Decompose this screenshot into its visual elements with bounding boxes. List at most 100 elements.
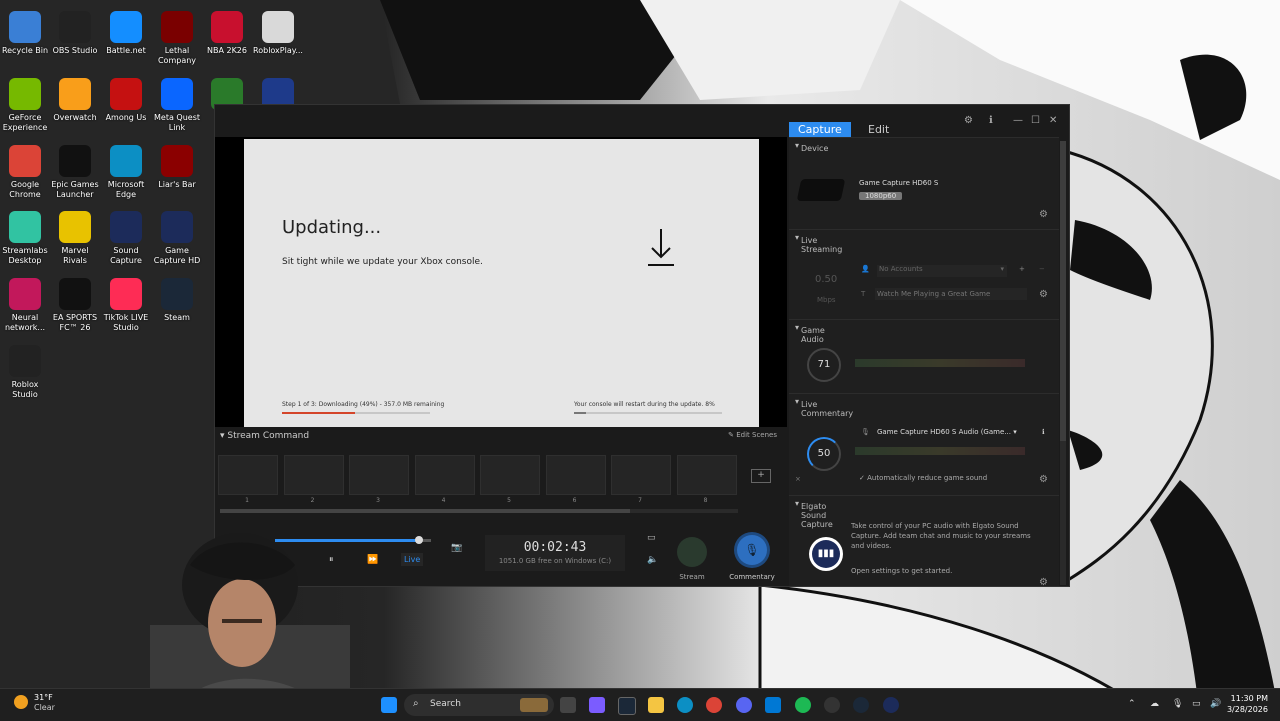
scene-number: 6 — [572, 497, 577, 504]
geforce-icon — [9, 78, 41, 110]
live-streaming-section-header[interactable]: ▾ Live Streaming — [789, 229, 1059, 254]
add-scene-button[interactable]: + — [751, 469, 771, 483]
roblox-studio-icon — [9, 345, 41, 377]
info-icon[interactable]: ℹ — [989, 115, 993, 126]
desktop-shortcut[interactable]: RobloxPlay... — [253, 5, 303, 56]
desktop-shortcut[interactable]: Overwatch — [50, 72, 100, 123]
sound-capture-gear-icon[interactable]: ⚙ — [1039, 577, 1048, 586]
desktop-shortcut[interactable]: Streamlabs Desktop — [0, 205, 50, 266]
scene-thumbnail[interactable] — [611, 455, 671, 495]
desktop-shortcut[interactable]: GeForce Experience — [0, 72, 50, 133]
discord-icon[interactable] — [736, 697, 752, 713]
panel-scrollbar[interactable] — [1060, 141, 1066, 585]
commentary-info-icon[interactable]: ℹ — [1042, 428, 1045, 436]
task-view-icon[interactable] — [560, 697, 576, 713]
device-format-badge[interactable]: 1080p60 — [859, 192, 903, 200]
sound-capture-section-header[interactable]: ▾ Elgato Sound Capture — [789, 495, 1059, 529]
file-explorer-icon[interactable] — [648, 697, 664, 713]
scene-thumbnail[interactable] — [218, 455, 278, 495]
start-button[interactable] — [381, 697, 397, 713]
obs-taskbar-icon[interactable] — [824, 697, 840, 713]
game-capture-taskbar-icon[interactable] — [883, 697, 899, 713]
game-audio-dial[interactable]: 71 — [807, 348, 841, 382]
commentary-settings-gear-icon[interactable]: ⚙ — [1039, 474, 1048, 485]
commentary-volume-dial[interactable]: 50 — [807, 437, 841, 471]
edit-scenes-button[interactable]: ✎ Edit Scenes — [728, 431, 777, 439]
desktop-shortcut[interactable]: Game Capture HD — [152, 205, 202, 266]
desktop-shortcut[interactable]: Among Us — [101, 72, 151, 123]
scene-thumbnail[interactable] — [480, 455, 540, 495]
scene-thumbnail[interactable] — [414, 455, 475, 495]
tab-capture[interactable]: Capture — [789, 122, 851, 137]
settings-gear-icon[interactable]: ⚙ — [964, 115, 973, 126]
desktop-shortcut[interactable]: Battle.net — [101, 5, 151, 56]
screenshot-icon[interactable]: 📷 — [451, 543, 462, 553]
desktop-shortcut-label: Roblox Studio — [11, 380, 39, 399]
chrome-taskbar-icon[interactable] — [706, 697, 722, 713]
device-settings-gear-icon[interactable]: ⚙ — [1039, 209, 1048, 220]
scene-thumbnail[interactable] — [349, 455, 409, 495]
desktop-shortcut[interactable]: Lethal Company — [152, 5, 202, 66]
stream-title-input[interactable] — [875, 288, 1027, 300]
desktop-shortcut[interactable]: Meta Quest Link — [152, 72, 202, 133]
scene-scrollbar[interactable] — [220, 509, 738, 513]
auto-reduce-checkbox[interactable]: ✓ Automatically reduce game sound — [859, 474, 987, 482]
speaker-tray-icon[interactable]: 🔊 — [1210, 699, 1221, 709]
tab-edit[interactable]: Edit — [859, 122, 898, 137]
desktop-shortcut[interactable]: TikTok LIVE Studio — [101, 272, 151, 333]
close-button[interactable]: ✕ — [1049, 115, 1057, 126]
scene-thumbnail[interactable] — [283, 455, 344, 495]
clock[interactable]: 11:30 PM 3/28/2026 — [1227, 693, 1268, 715]
stream-button[interactable] — [677, 537, 707, 567]
minimize-button[interactable]: — — [1013, 115, 1023, 126]
copilot-icon[interactable] — [589, 697, 605, 713]
sound-capture-description: Take control of your PC audio with Elgat… — [851, 522, 1031, 550]
weather-widget[interactable]: 31°F Clear — [14, 693, 55, 713]
sound-capture-link[interactable]: Open settings to get started. — [851, 567, 952, 575]
maximize-button[interactable]: ☐ — [1031, 115, 1040, 126]
display-tray-icon[interactable]: ▭ — [1192, 699, 1201, 709]
add-account-button[interactable]: + — [1019, 265, 1025, 273]
commentary-button[interactable]: 🎙 — [737, 535, 767, 565]
device-section-header[interactable]: ▾ Device — [789, 137, 1059, 154]
stream-command-header[interactable]: ▾ Stream Command ✎ Edit Scenes — [215, 429, 787, 443]
steam-client-icon[interactable] — [853, 697, 869, 713]
edge-taskbar-icon[interactable] — [677, 697, 693, 713]
fast-forward-button[interactable]: ⏩ — [367, 555, 378, 565]
chevron-up-icon[interactable]: ⌃ — [1128, 699, 1136, 709]
commentary-device-dropdown[interactable]: Game Capture HD60 S Audio (Game... ▾ — [877, 428, 1027, 436]
desktop-shortcut[interactable]: Liar's Bar — [152, 139, 202, 190]
desktop-shortcut[interactable]: Sound Capture — [101, 205, 151, 266]
desktop-shortcut[interactable]: Google Chrome — [0, 139, 50, 200]
account-dropdown[interactable]: No Accounts ▾ — [877, 265, 1007, 277]
desktop-shortcut-label: Marvel Rivals — [61, 246, 89, 265]
mute-microphone-icon[interactable]: ⨯ — [795, 475, 801, 483]
mic-tray-icon[interactable]: 🎙 — [1172, 699, 1183, 709]
streaming-settings-gear-icon[interactable]: ⚙ — [1039, 289, 1048, 300]
desktop-shortcut[interactable]: Steam — [152, 272, 202, 323]
store-icon[interactable] — [765, 697, 781, 713]
desktop-shortcut[interactable]: Recycle Bin — [0, 5, 50, 56]
network-tray-icon[interactable]: ☁ — [1150, 699, 1159, 709]
spotify-icon[interactable] — [795, 697, 811, 713]
game-audio-section-header[interactable]: ▾ Game Audio — [789, 319, 1059, 344]
desktop-shortcut[interactable]: Epic Games Launcher — [50, 139, 100, 200]
monitor-icon[interactable]: ▭ — [647, 533, 656, 543]
desktop-shortcut[interactable]: EA SPORTS FC™ 26 — [50, 272, 100, 333]
desktop-shortcut-label: OBS Studio — [52, 46, 98, 55]
desktop-shortcut[interactable]: Roblox Studio — [0, 339, 50, 400]
steam-taskbar-icon[interactable] — [618, 697, 636, 715]
desktop-shortcut[interactable]: Neural network... — [0, 272, 50, 333]
search-box[interactable]: ⌕ Search — [404, 694, 554, 716]
live-commentary-section-header[interactable]: ▾ Live Commentary — [789, 393, 1059, 418]
desktop-shortcut[interactable]: NBA 2K26 — [202, 5, 252, 56]
remove-account-button[interactable]: − — [1039, 265, 1045, 273]
desktop-shortcut[interactable]: Microsoft Edge — [101, 139, 151, 200]
desktop-shortcut[interactable]: OBS Studio — [50, 5, 100, 56]
desktop-shortcut-label: Streamlabs Desktop — [2, 246, 48, 265]
scene-thumbnail[interactable] — [676, 455, 737, 495]
volume-icon[interactable]: 🔈 — [647, 555, 658, 565]
desktop-shortcut[interactable]: Marvel Rivals — [50, 205, 100, 266]
live-button[interactable]: Live — [401, 553, 424, 566]
scene-thumbnail[interactable] — [545, 455, 606, 495]
